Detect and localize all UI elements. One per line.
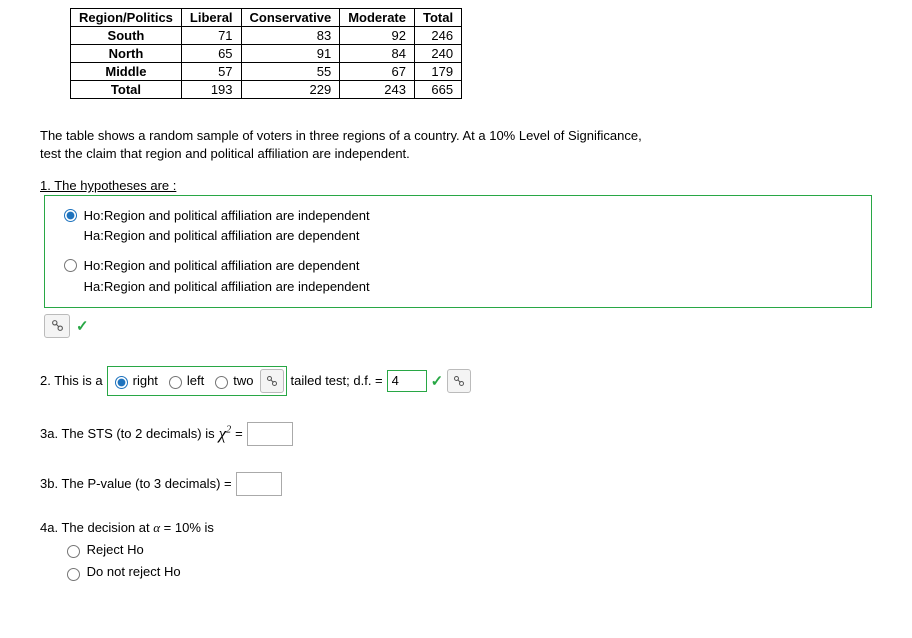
- q4-radio-reject[interactable]: [67, 545, 80, 558]
- recalc-icon: [51, 319, 64, 332]
- q1-opt2-h0: Ho:Region and political affiliation are …: [84, 258, 360, 273]
- cell: 55: [241, 63, 340, 81]
- col-header: Conservative: [241, 9, 340, 27]
- row-label: South: [71, 27, 182, 45]
- col-header: Liberal: [181, 9, 241, 27]
- q2-label-two: two: [233, 373, 253, 388]
- q3a-eq: =: [235, 426, 243, 441]
- q3b-line: 3b. The P-value (to 3 decimals) =: [40, 472, 872, 496]
- q4-radio-donotreject[interactable]: [67, 568, 80, 581]
- q2-label-left: left: [187, 373, 204, 388]
- q2-line: 2. This is a right left two tailed test;…: [40, 366, 872, 396]
- q1-label: 1. The hypotheses are :: [40, 178, 872, 193]
- chi-squared-symbol: χ2: [219, 424, 231, 444]
- recalc-icon: [453, 375, 465, 387]
- cell: 65: [181, 45, 241, 63]
- q4a-section: 4a. The decision at α = 10% is Reject Ho…: [40, 520, 872, 581]
- col-header: Total: [414, 9, 461, 27]
- q1-options-box: Ho:Region and political affiliation are …: [44, 195, 872, 308]
- cell: 229: [241, 81, 340, 99]
- row-label: Total: [71, 81, 182, 99]
- q2-radio-two[interactable]: [215, 376, 228, 389]
- cell: 665: [414, 81, 461, 99]
- q4-label-pre: 4a. The decision at: [40, 520, 153, 535]
- q1-opt2-ha: Ha:Region and political affiliation are …: [84, 279, 370, 294]
- cell: 84: [340, 45, 415, 63]
- q1-opt1-ha: Ha:Region and political affiliation are …: [84, 228, 360, 243]
- q4-label-post: = 10% is: [160, 520, 214, 535]
- q3a-text: 3a. The STS (to 2 decimals) is: [40, 426, 215, 441]
- q2-tail-options: right left two: [107, 366, 287, 396]
- q4-option-reject[interactable]: Reject Ho: [62, 542, 872, 559]
- cell: 243: [340, 81, 415, 99]
- q1-option-1[interactable]: Ho:Region and political affiliation are …: [59, 206, 861, 246]
- cell: 240: [414, 45, 461, 63]
- check-icon: ✓: [76, 317, 89, 335]
- q1-opt1-h0: Ho:Region and political affiliation are …: [84, 208, 370, 223]
- cell: 71: [181, 27, 241, 45]
- recalc-icon: [266, 375, 278, 387]
- cell: 67: [340, 63, 415, 81]
- cell: 246: [414, 27, 461, 45]
- col-header: Region/Politics: [71, 9, 182, 27]
- cell: 83: [241, 27, 340, 45]
- q1-option-2[interactable]: Ho:Region and political affiliation are …: [59, 256, 861, 296]
- row-label: North: [71, 45, 182, 63]
- cell: 92: [340, 27, 415, 45]
- q1-toolbar: ✓: [44, 314, 872, 338]
- q2-radio-right[interactable]: [115, 376, 128, 389]
- q3a-sts-input[interactable]: [247, 422, 293, 446]
- q1-radio-1[interactable]: [64, 209, 77, 222]
- cell: 91: [241, 45, 340, 63]
- row-label: Middle: [71, 63, 182, 81]
- q2-label-right: right: [133, 373, 158, 388]
- q3b-pvalue-input[interactable]: [236, 472, 282, 496]
- q4-opt1-label: Reject Ho: [87, 542, 144, 557]
- q2-df-input[interactable]: [387, 370, 427, 392]
- q2-prefix: 2. This is a: [40, 373, 103, 388]
- check-icon: ✓: [431, 372, 444, 390]
- q2-df-recalc-button[interactable]: [447, 369, 471, 393]
- q2-radio-left[interactable]: [169, 376, 182, 389]
- q2-tail-recalc-button[interactable]: [260, 369, 284, 393]
- q2-mid: tailed test; d.f. =: [291, 373, 383, 388]
- col-header: Moderate: [340, 9, 415, 27]
- cell: 57: [181, 63, 241, 81]
- recalc-button[interactable]: [44, 314, 70, 338]
- q1-radio-2[interactable]: [64, 259, 77, 272]
- cell: 179: [414, 63, 461, 81]
- q3a-line: 3a. The STS (to 2 decimals) is χ2 =: [40, 422, 872, 446]
- region-politics-table: Region/Politics Liberal Conservative Mod…: [70, 8, 462, 99]
- q3b-text: 3b. The P-value (to 3 decimals) =: [40, 476, 232, 491]
- problem-statement: The table shows a random sample of voter…: [40, 127, 872, 162]
- cell: 193: [181, 81, 241, 99]
- q4-option-do-not-reject[interactable]: Do not reject Ho: [62, 564, 872, 581]
- q4-opt2-label: Do not reject Ho: [87, 564, 181, 579]
